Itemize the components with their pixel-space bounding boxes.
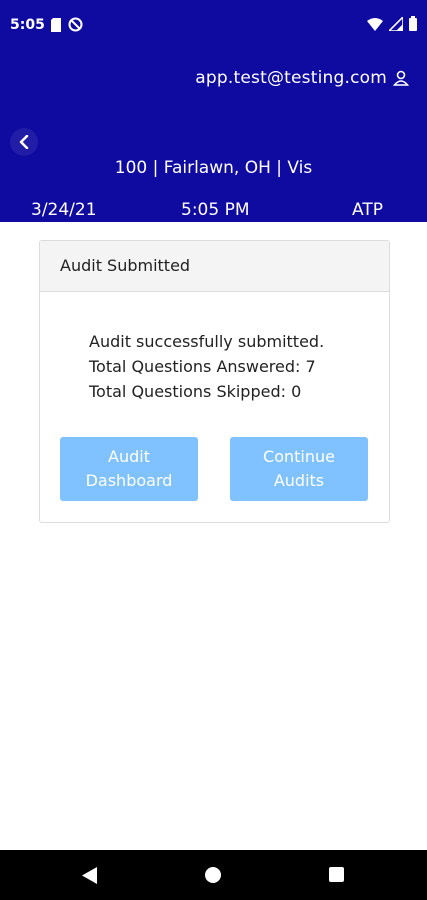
no-sync-icon [68,17,83,32]
back-button[interactable] [10,128,38,156]
audit-date: 3/24/21 [31,200,97,220]
user-email: app.test@testing.com [195,68,387,88]
audit-submitted-card: Audit Submitted Audit successfully submi… [39,240,390,523]
wifi-icon [367,17,383,31]
nav-back-icon[interactable] [82,867,98,884]
signal-icon [389,16,403,31]
audit-time: 5:05 PM [181,200,250,220]
success-message: Audit successfully submitted. [89,332,325,351]
status-time: 5:05 [10,17,45,33]
questions-answered: Total Questions Answered: 7 [89,357,316,376]
status-bar: 5:05 [0,0,427,52]
app-header: 5:05 app.test@testing.com 100 | Fairlawn… [0,0,427,222]
chevron-left-icon [19,135,29,149]
card-title: Audit Submitted [40,241,389,292]
sim-card-icon [51,17,61,32]
continue-audits-button[interactable]: Continue Audits [230,437,368,501]
nav-recents-icon[interactable] [329,867,344,882]
user-icon [393,70,409,86]
audit-dashboard-button[interactable]: Audit Dashboard [60,437,198,501]
card-body: Audit successfully submitted. Total Ques… [40,292,389,404]
questions-skipped: Total Questions Skipped: 0 [89,382,302,401]
system-navigation-bar [0,850,427,900]
status-notification-icons [50,17,83,32]
store-location: 100 | Fairlawn, OH | Vis [114,158,313,178]
user-account[interactable]: app.test@testing.com [195,68,409,88]
battery-icon [409,16,417,31]
audit-code: ATP [352,200,383,220]
status-system-icons [367,16,417,31]
nav-home-icon[interactable] [205,867,221,883]
